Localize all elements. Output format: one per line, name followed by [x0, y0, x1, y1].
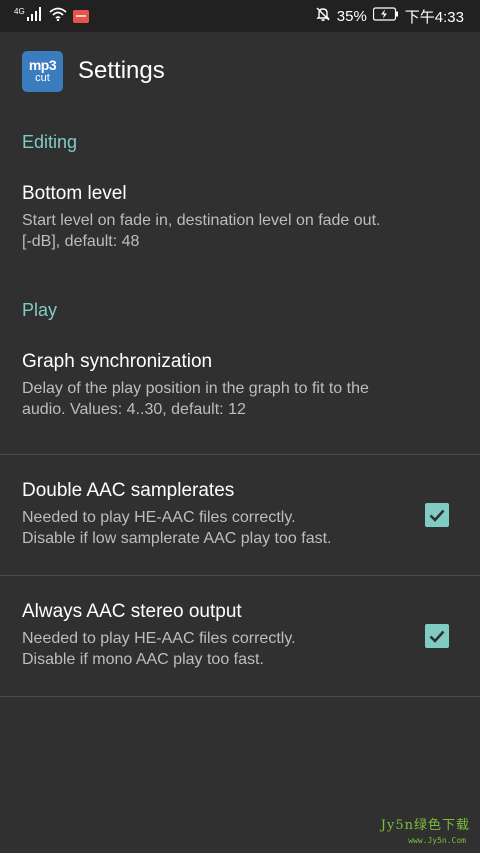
pref-title: Graph synchronization	[22, 351, 213, 372]
battery-percent: 35%	[336, 7, 367, 25]
pref-title: Double AAC samplerates	[22, 480, 235, 501]
checkmark-icon	[429, 630, 445, 643]
pref-graph-synchronization[interactable]: Graph synchronization Delay of the play …	[0, 334, 480, 454]
checkbox-double-aac[interactable]	[425, 503, 449, 527]
network-type: 4G	[14, 6, 25, 16]
signal-icon	[26, 7, 43, 25]
app-notification-icon	[72, 9, 89, 23]
watermark-sub: www.Jy5n.Com	[408, 836, 466, 845]
status-bar: 4G 35% 下午4:33	[0, 0, 480, 32]
divider	[0, 696, 480, 697]
pref-summary: Delay of the play position in the graph …	[22, 380, 369, 418]
pref-summary: Needed to play HE-AAC files correctly. D…	[22, 630, 296, 668]
pref-summary: Needed to play HE-AAC files correctly. D…	[22, 509, 332, 547]
watermark: Jy5n绿色下载	[380, 818, 470, 833]
logo-text-bottom: cut	[35, 72, 50, 84]
pref-title: Always AAC stereo output	[22, 601, 242, 622]
logo-text-top: mp3	[28, 57, 57, 73]
checkbox-aac-stereo[interactable]	[425, 624, 449, 648]
pref-bottom-level[interactable]: Bottom level Start level on fade in, des…	[0, 166, 480, 286]
category-editing: Editing	[22, 132, 78, 152]
pref-double-aac-samplerates[interactable]: Double AAC samplerates Needed to play HE…	[0, 455, 480, 575]
pref-always-aac-stereo-output[interactable]: Always AAC stereo output Needed to play …	[0, 576, 480, 696]
clock: 下午4:33	[404, 8, 464, 26]
pref-summary: Start level on fade in, destination leve…	[22, 212, 381, 250]
checkmark-icon	[429, 509, 445, 522]
toolbar: mp3 cut Settings	[0, 32, 480, 110]
battery-icon	[372, 7, 399, 25]
mute-bell-icon	[315, 6, 331, 26]
app-logo-icon: mp3 cut	[22, 50, 63, 92]
settings-list: Editing Bottom level Start level on fade…	[0, 110, 480, 697]
wifi-icon	[49, 7, 67, 25]
status-bar-right: 35% 下午4:33	[315, 6, 464, 27]
page-title: Settings	[78, 57, 165, 84]
pref-title: Bottom level	[22, 183, 127, 204]
category-play: Play	[22, 300, 58, 320]
status-bar-left: 4G	[14, 7, 89, 25]
